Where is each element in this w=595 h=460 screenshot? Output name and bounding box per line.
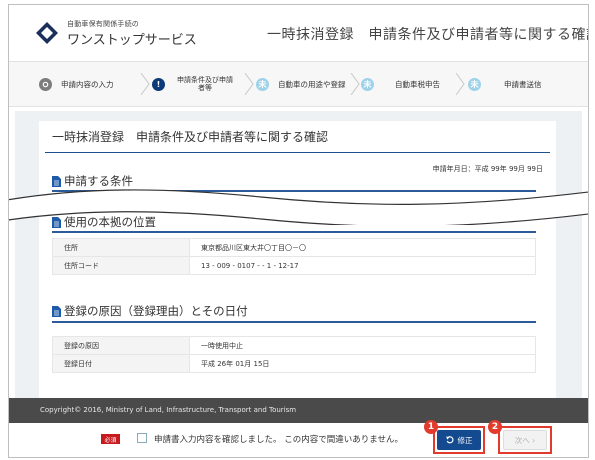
- step-pending-icon: 未: [256, 77, 269, 91]
- section-divider: [52, 321, 536, 323]
- location-table: 住所 東京都品川区東大井〇丁目〇－〇 住所コード 13 - 009 - 0107…: [52, 238, 536, 275]
- row-key: 住所コード: [52, 256, 190, 275]
- callout-marker-2: 2: [488, 420, 502, 434]
- table-row: 登録の原因 一時使用中止: [52, 336, 536, 355]
- row-value: 東京都品川区東大井〇丁目〇－〇: [189, 238, 536, 257]
- chevron-right-icon: [350, 73, 360, 95]
- row-key: 登録の原因: [52, 336, 190, 355]
- progress-steps: 申請内容の入力 ! 申請条件及び申請者等 未 自動車の用途や登録 未 自動車税申…: [9, 61, 588, 107]
- step-vehicle-use: 未 自動車の用途や登録: [256, 72, 346, 96]
- row-key: 住所: [52, 238, 190, 257]
- copyright-text: Copyright© 2016, Ministry of Land, Infra…: [40, 406, 297, 414]
- step-pending-icon: 未: [361, 77, 374, 91]
- step-done-icon: [39, 77, 52, 91]
- step-label: 自動車の用途や登録: [278, 79, 346, 89]
- required-badge: 必須: [101, 434, 120, 444]
- table-row: 登録日付 平成 26年 01月 15日: [52, 354, 536, 373]
- app-window: 自動車保有関係手続の ワンストップサービス 一時抹消登録 申請条件及び申請者等に…: [8, 4, 589, 458]
- confirm-label[interactable]: 申請書入力内容を確認しました。 この内容で間違いありません。: [154, 433, 403, 445]
- logo-subtitle: 自動車保有関係手続の: [67, 20, 139, 28]
- step-pending-icon: 未: [468, 77, 481, 91]
- header-title: 一時抹消登録 申請条件及び申請者等に関する確認: [267, 27, 589, 43]
- reason-table: 登録の原因 一時使用中止 登録日付 平成 26年 01月 15日: [52, 336, 536, 373]
- step-applicant: ! 申請条件及び申請者等: [152, 72, 236, 96]
- section-title-reason: 登録の原因（登録理由）とその日付: [52, 303, 248, 319]
- chevron-right-icon: [244, 73, 254, 95]
- logo-title: ワンストップサービス: [67, 33, 197, 48]
- row-key: 登録日付: [52, 354, 190, 373]
- content-panel: 一時抹消登録 申請条件及び申請者等に関する確認 申請年月日：平成 99年 99月…: [39, 121, 556, 398]
- page-break-wave: [9, 189, 588, 225]
- chevron-right-icon: [140, 73, 150, 95]
- confirm-checkbox[interactable]: [137, 433, 147, 443]
- step-label: 申請条件及び申請者等: [177, 76, 233, 92]
- step-label: 申請内容の入力: [61, 79, 114, 89]
- document-icon: [52, 305, 61, 317]
- site-header: 自動車保有関係手続の ワンストップサービス 一時抹消登録 申請条件及び申請者等に…: [9, 5, 588, 61]
- step-input: 申請内容の入力: [39, 72, 114, 96]
- table-row: 住所 東京都品川区東大井〇丁目〇－〇: [52, 238, 536, 257]
- site-footer: Copyright© 2016, Ministry of Land, Infra…: [9, 398, 588, 423]
- logo-diamond-icon: [36, 22, 58, 44]
- step-label: 自動車税申告: [395, 79, 440, 89]
- step-submit: 未 申請書送信: [468, 72, 542, 96]
- section-title-text: 登録の原因（登録理由）とその日付: [64, 304, 248, 318]
- row-value: 一時使用中止: [189, 336, 536, 355]
- chevron-right-icon: [455, 73, 465, 95]
- application-date: 申請年月日：平成 99年 99月 99日: [432, 165, 543, 173]
- row-value: 平成 26年 01月 15日: [189, 354, 536, 373]
- callout-marker-1: 1: [424, 420, 438, 434]
- page-title: 一時抹消登録 申請条件及び申請者等に関する確認: [52, 130, 329, 144]
- highlight-next-button: [498, 426, 552, 454]
- title-divider: [45, 152, 550, 153]
- main-content: 一時抹消登録 申請条件及び申請者等に関する確認 申請年月日：平成 99年 99月…: [15, 111, 582, 398]
- step-current-icon: !: [152, 77, 165, 91]
- section-divider: [52, 231, 536, 233]
- table-row: 住所コード 13 - 009 - 0107 - - 1 - 12-17: [52, 256, 536, 275]
- action-bar: 必須 申請書入力内容を確認しました。 この内容で間違いありません。 修正 次へ …: [9, 420, 588, 457]
- highlight-fix-button: [433, 426, 485, 454]
- step-tax: 未 自動車税申告: [361, 72, 440, 96]
- row-value: 13 - 009 - 0107 - - 1 - 12-17: [189, 256, 536, 275]
- step-label: 申請書送信: [504, 79, 542, 89]
